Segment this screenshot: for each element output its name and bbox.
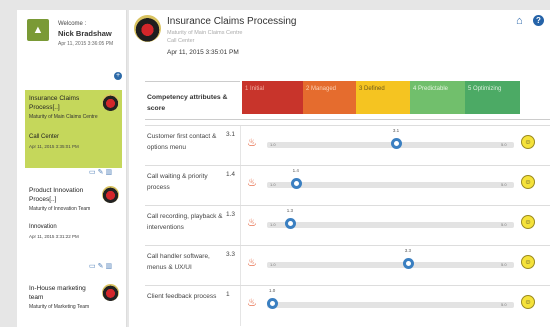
card-title: In-House marketing team: [29, 285, 86, 301]
slider-max-label: 5.0: [501, 262, 507, 267]
slider-min-label: 1.0: [270, 142, 276, 147]
competency-label: Call handler software, menus & UX/UI: [147, 253, 210, 271]
competency-label: Client feedback process: [147, 293, 217, 300]
flame-icon: ♨: [247, 177, 257, 189]
page-date: Apr 11, 2015 3:35:01 PM: [167, 49, 239, 56]
competency-row: Call handler software, menus & UX/UI 3.3 ♨…: [145, 245, 550, 286]
card-subtitle: Maturity of Main Claims Centre: [29, 114, 98, 120]
flame-icon: ♨: [247, 257, 257, 269]
flame-icon: ♨: [247, 297, 257, 309]
competency-score: 1.4: [226, 171, 236, 178]
help-icon[interactable]: ?: [533, 15, 544, 26]
smiley-icon: ☺: [521, 255, 535, 269]
level-header-managed: 2 Managed: [303, 81, 356, 114]
card-avatar: [102, 186, 119, 203]
card-subtitle: Maturity of Innovation Team: [29, 206, 91, 212]
score-slider-handle[interactable]: [284, 218, 296, 229]
slider-value-label: 1.0: [269, 288, 276, 293]
trash-icon[interactable]: ▥: [106, 169, 115, 176]
slider-max-label: 5.0: [501, 142, 507, 147]
smiley-icon: ☺: [521, 135, 535, 149]
user-info: ▲ Welcome : Nick Bradshaw Apr 11, 2015 3…: [27, 19, 126, 59]
slider-min-label: 1.0: [270, 222, 276, 227]
page-title: Insurance Claims Processing: [167, 16, 297, 27]
page-team: Call Center: [167, 38, 195, 44]
slider-min-label: 1.0: [270, 262, 276, 267]
card-date: Apr 11, 2015 3:35:01 PM: [29, 144, 79, 149]
slider-value-label: 1.4: [292, 168, 299, 173]
assessment-card[interactable]: Product Innovation Proces[..] Maturity o…: [25, 182, 122, 260]
card-actions: ▭✎▥: [89, 262, 114, 270]
competency-label: Call recording, playback & interventions: [147, 213, 223, 231]
score-slider-handle[interactable]: [402, 258, 414, 269]
competency-header: Competency attributes & score: [145, 81, 240, 120]
column-divider: [240, 246, 241, 286]
card-title: Insurance Claims Process[..]: [29, 95, 80, 111]
score-slider-track[interactable]: [267, 222, 514, 228]
competency-score: 3.1: [226, 131, 236, 138]
sidebar: ▲ Welcome : Nick Bradshaw Apr 11, 2015 3…: [17, 10, 127, 327]
competency-label: Customer first contact & options menu: [147, 133, 217, 151]
assessment-card[interactable]: In-House marketing team Maturity of Mark…: [25, 280, 122, 327]
header-divider: [145, 119, 550, 120]
competency-score: 1.3: [226, 211, 236, 218]
trash-icon[interactable]: ▥: [106, 263, 115, 270]
slider-min-label: 1.0: [270, 182, 276, 187]
slider-max-label: 5.0: [501, 182, 507, 187]
column-divider: [240, 286, 241, 326]
card-subtitle: Maturity of Marketing Team: [29, 304, 90, 310]
smiley-icon: ☺: [521, 295, 535, 309]
slider-value-label: 1.3: [286, 208, 293, 213]
level-header-predictable: 4 Predictable: [410, 81, 465, 114]
smiley-icon: ☺: [521, 215, 535, 229]
card-date: Apr 11, 2015 3:31:22 PM: [29, 234, 79, 239]
assessment-card[interactable]: Insurance Claims Process[..] Maturity of…: [25, 90, 122, 168]
slider-value-label: 3.3: [404, 248, 411, 253]
card-avatar: [102, 94, 119, 111]
document-icon[interactable]: ▭: [89, 169, 98, 176]
card-actions: ▭✎▥: [89, 168, 114, 176]
main-panel: Insurance Claims Processing Maturity of …: [129, 10, 550, 327]
edit-icon[interactable]: ✎: [98, 263, 106, 270]
user-name: Nick Bradshaw: [58, 29, 112, 38]
smiley-icon: ☺: [521, 175, 535, 189]
competency-score: 1: [226, 291, 230, 298]
column-divider: [240, 126, 241, 166]
add-assessment-button[interactable]: +: [114, 72, 122, 80]
level-header-defined: 3 Defined: [356, 81, 410, 114]
score-slider-track[interactable]: [267, 302, 514, 308]
document-icon[interactable]: ▭: [89, 263, 98, 270]
competency-row: Call recording, playback & interventions…: [145, 205, 550, 246]
assessment-avatar: [134, 15, 161, 42]
competency-row: Call waiting & priority process 1.4 ♨ 1.0 5.…: [145, 165, 550, 206]
edit-icon[interactable]: ✎: [98, 169, 106, 176]
score-slider-handle[interactable]: [267, 298, 278, 309]
card-team: Call Center: [29, 134, 60, 140]
home-icon[interactable]: ⌂: [516, 15, 523, 27]
flame-icon: ♨: [247, 137, 257, 149]
score-slider-track[interactable]: [267, 262, 514, 268]
competency-label: Call waiting & priority process: [147, 173, 208, 191]
level-header-initial: 1 Initial: [242, 81, 303, 114]
flame-icon: ♨: [247, 217, 257, 229]
competency-score: 3.3: [226, 251, 236, 258]
page-subtitle: Maturity of Main Claims Centre: [167, 30, 243, 36]
card-avatar: [102, 284, 119, 301]
slider-max-label: 5.0: [501, 222, 507, 227]
level-header-optimizing: 5 Optimizing: [465, 81, 520, 114]
competency-row: Customer first contact & options menu 3.1…: [145, 125, 550, 166]
user-logo-icon: ▲: [27, 19, 49, 41]
card-title: Product Innovation Proces[..]: [29, 187, 84, 203]
slider-max-label: 5.0: [501, 302, 507, 307]
score-slider-handle[interactable]: [390, 138, 402, 149]
user-date: Apr 11, 2015 3:36:05 PM: [58, 41, 114, 47]
card-team: Innovation: [29, 224, 57, 230]
score-slider-handle[interactable]: [290, 178, 302, 189]
score-slider-track[interactable]: [267, 182, 514, 188]
slider-value-label: 3.1: [392, 128, 400, 133]
column-divider: [240, 166, 241, 206]
competency-row: Client feedback process1♨1.05.01.0☺: [145, 285, 550, 326]
welcome-label: Welcome :: [58, 21, 87, 27]
column-divider: [240, 206, 241, 246]
